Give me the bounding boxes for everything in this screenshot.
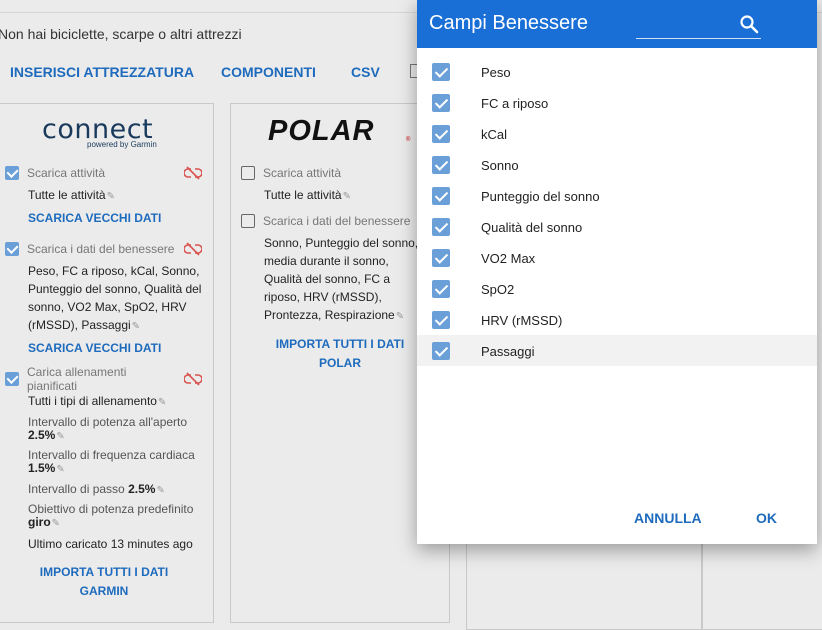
unlink-icon[interactable] — [184, 372, 202, 386]
tab-components[interactable]: COMPONENTI — [221, 64, 316, 80]
unlink-icon[interactable] — [184, 242, 202, 256]
cancel-button[interactable]: ANNULLA — [634, 510, 702, 526]
pace-range-row[interactable]: Intervallo di passo 2.5%✎ — [28, 482, 165, 496]
polar-wellness-fields-text: Sonno, Punteggio del sonno, media durant… — [264, 236, 419, 322]
edit-pencil-icon[interactable]: ✎ — [343, 191, 351, 202]
garmin-all-activities-text: Tutte le attività — [28, 188, 106, 202]
garmin-wellness-fields-text: Peso, FC a riposo, kCal, Sonno, Punteggi… — [28, 264, 202, 332]
checkbox-checked[interactable] — [432, 311, 450, 329]
wellness-field-peso[interactable]: Peso — [417, 56, 817, 87]
checkbox-checked[interactable] — [432, 249, 450, 267]
hr-range-value[interactable]: 1.5%✎ — [28, 461, 65, 475]
wellness-fields-dialog: Campi Benessere Peso FC a riposo kCal So… — [417, 0, 817, 544]
pace-range-label: Intervallo di passo — [28, 482, 125, 496]
garmin-upload-workouts-checkbox[interactable] — [5, 372, 19, 386]
wellness-field-label: Passaggi — [481, 344, 535, 359]
card-4-partial — [702, 540, 822, 630]
wellness-field-qualita-sonno[interactable]: Qualità del sonno — [417, 211, 817, 242]
polar-logo: POLAR — [268, 115, 375, 147]
polar-logo-registered: ® — [406, 137, 411, 143]
wellness-field-label: FC a riposo — [481, 96, 549, 111]
tab-add-equipment[interactable]: INSERISCI ATTREZZATURA — [10, 64, 194, 80]
default-power-target-value[interactable]: giro✎ — [28, 515, 60, 529]
wellness-field-hrv[interactable]: HRV (rMSSD) — [417, 304, 817, 335]
garmin-download-activities-label: Scarica attività — [27, 166, 106, 180]
edit-pencil-icon[interactable]: ✎ — [107, 191, 115, 202]
checkbox-checked[interactable] — [432, 94, 450, 112]
checkbox-checked[interactable] — [432, 342, 450, 360]
polar-download-activities-checkbox[interactable] — [241, 166, 255, 180]
wellness-fields-list: Peso FC a riposo kCal Sonno Punteggio de… — [417, 56, 817, 366]
checkbox-checked[interactable] — [432, 156, 450, 174]
outdoor-power-label: Intervallo di potenza all'aperto — [28, 415, 188, 429]
tab-csv[interactable]: CSV — [351, 64, 380, 80]
polar-wellness-fields[interactable]: Sonno, Punteggio del sonno, media durant… — [264, 234, 424, 324]
garmin-download-old-data-button-2[interactable]: SCARICA VECCHI DATI — [28, 341, 161, 355]
garmin-wellness-label: Scarica i dati del benessere — [27, 242, 175, 256]
outdoor-power-value[interactable]: 2.5%✎ — [28, 428, 65, 442]
edit-pencil-icon[interactable]: ✎ — [396, 311, 404, 322]
import-all-garmin-button[interactable]: IMPORTA TUTTI I DATI GARMIN — [30, 563, 178, 601]
polar-wellness-checkbox[interactable] — [241, 214, 255, 228]
wellness-field-punteggio-sonno[interactable]: Punteggio del sonno — [417, 180, 817, 211]
outdoor-power-value-text: 2.5% — [28, 428, 56, 442]
ok-button[interactable]: OK — [756, 510, 777, 526]
dialog-header: Campi Benessere — [417, 0, 817, 48]
default-power-target-label: Obiettivo di potenza predefinito — [28, 502, 194, 516]
wellness-field-label: Qualità del sonno — [481, 220, 583, 235]
wellness-field-label: HRV (rMSSD) — [481, 313, 563, 328]
wellness-field-passaggi[interactable]: Passaggi — [417, 335, 817, 366]
checkbox-checked[interactable] — [432, 187, 450, 205]
import-all-polar-button[interactable]: IMPORTA TUTTI I DATI POLAR — [266, 335, 414, 373]
dialog-search-input[interactable] — [636, 38, 761, 39]
wellness-field-label: Sonno — [481, 158, 519, 173]
default-power-target-value-text: giro — [28, 515, 51, 529]
wellness-field-kcal[interactable]: kCal — [417, 118, 817, 149]
wellness-field-fc-riposo[interactable]: FC a riposo — [417, 87, 817, 118]
edit-pencil-icon[interactable]: ✎ — [52, 518, 60, 529]
wellness-field-sonno[interactable]: Sonno — [417, 149, 817, 180]
polar-wellness-label: Scarica i dati del benessere — [263, 214, 411, 228]
wellness-field-label: SpO2 — [481, 282, 515, 297]
checkbox-checked[interactable] — [432, 125, 450, 143]
edit-pencil-icon[interactable]: ✎ — [158, 397, 166, 408]
garmin-upload-workouts-label: Carica allenamenti pianificati — [27, 365, 127, 393]
wellness-field-vo2max[interactable]: VO2 Max — [417, 242, 817, 273]
checkbox-checked[interactable] — [432, 63, 450, 81]
garmin-wellness-checkbox[interactable] — [5, 242, 19, 256]
wellness-field-label: Peso — [481, 65, 511, 80]
pace-range-value: 2.5% — [128, 482, 156, 496]
wellness-field-spo2[interactable]: SpO2 — [417, 273, 817, 304]
garmin-download-old-data-button[interactable]: SCARICA VECCHI DATI — [28, 211, 161, 225]
garmin-wellness-fields[interactable]: Peso, FC a riposo, kCal, Sonno, Punteggi… — [28, 262, 208, 336]
edit-pencil-icon[interactable]: ✎ — [56, 431, 64, 442]
edit-pencil-icon[interactable]: ✎ — [56, 464, 64, 475]
checkbox-checked[interactable] — [432, 218, 450, 236]
wellness-field-label: kCal — [481, 127, 508, 142]
garmin-all-activities[interactable]: Tutte le attività✎ — [28, 186, 115, 206]
dialog-title: Campi Benessere — [429, 12, 588, 34]
search-icon[interactable] — [739, 14, 759, 34]
no-equipment-notice: Non hai biciclette, scarpe o altri attre… — [0, 26, 242, 42]
garmin-all-workout-types[interactable]: Tutti i tipi di allenamento✎ — [28, 392, 166, 412]
unlink-icon[interactable] — [184, 166, 202, 180]
hr-range-label: Intervallo di frequenza cardiaca — [28, 448, 195, 462]
edit-pencil-icon[interactable]: ✎ — [132, 321, 140, 332]
hr-range-value-text: 1.5% — [28, 461, 56, 475]
garmin-all-workout-types-text: Tutti i tipi di allenamento — [28, 394, 157, 408]
wellness-field-label: VO2 Max — [481, 251, 536, 266]
polar-download-activities-label: Scarica attività — [263, 166, 342, 180]
polar-all-activities[interactable]: Tutte le attività✎ — [264, 186, 351, 206]
polar-all-activities-text: Tutte le attività — [264, 188, 342, 202]
checkbox-checked[interactable] — [432, 280, 450, 298]
edit-pencil-icon[interactable]: ✎ — [156, 485, 164, 496]
card-3-partial — [466, 540, 702, 630]
wellness-field-label: Punteggio del sonno — [481, 189, 600, 204]
garmin-connect-logo-sub: powered by Garmin — [87, 140, 157, 149]
garmin-download-activities-checkbox[interactable] — [5, 166, 19, 180]
garmin-last-uploaded: Ultimo caricato 13 minutes ago — [28, 537, 193, 551]
